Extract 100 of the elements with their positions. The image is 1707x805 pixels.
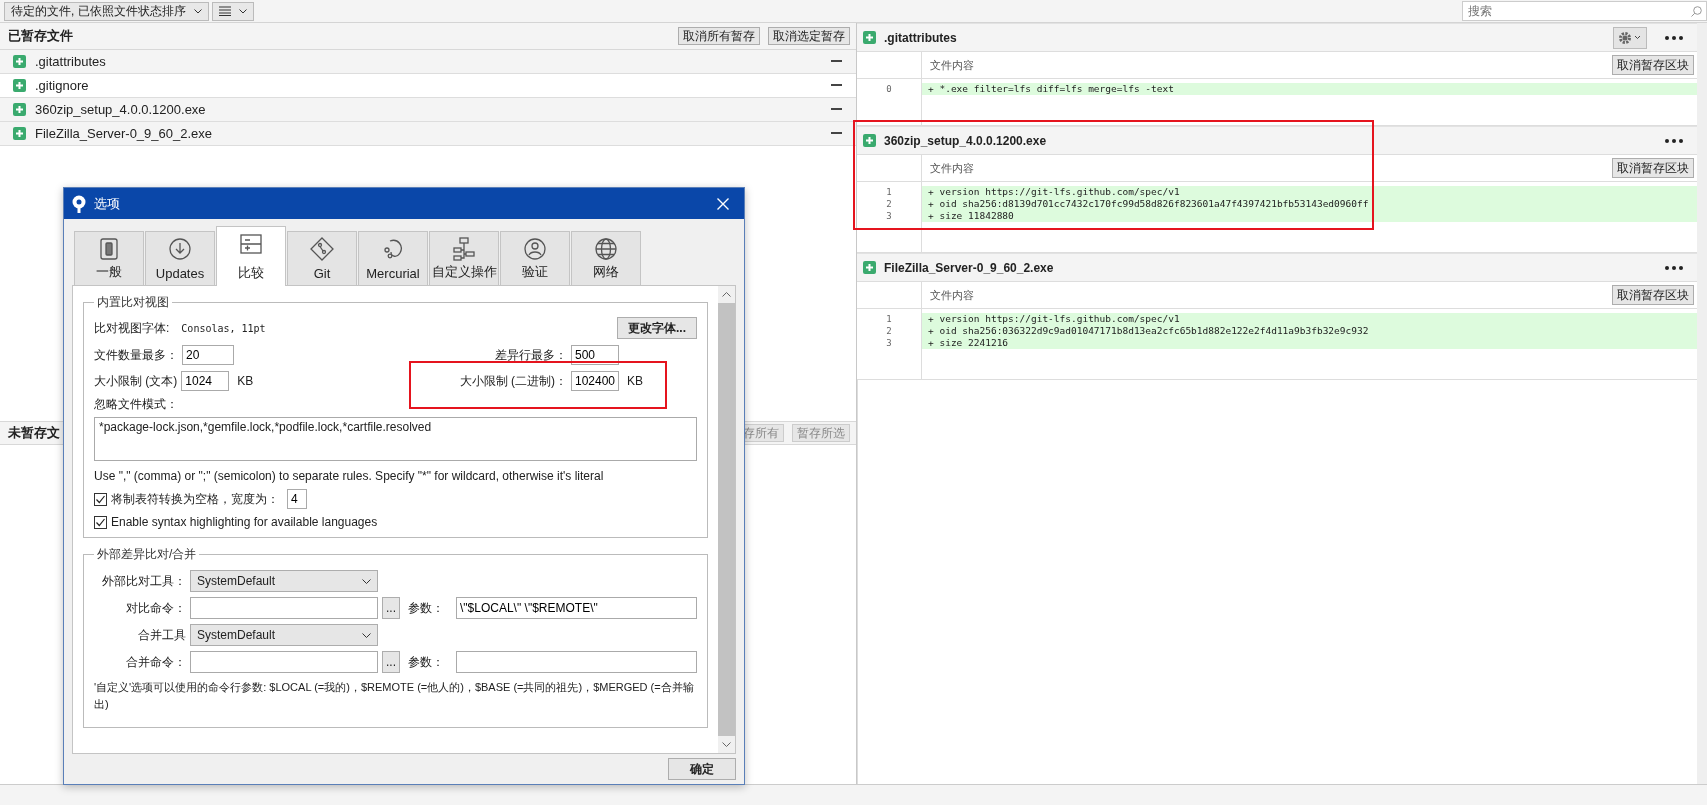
more-icon[interactable] (1665, 138, 1683, 143)
minus-icon[interactable] (831, 108, 842, 111)
input-field[interactable]: 500 (571, 345, 619, 365)
line-number: 3 (885, 337, 893, 349)
field-label: 参数： (407, 653, 445, 671)
scrollbar[interactable] (1697, 23, 1707, 784)
file-row[interactable]: FileZilla_Server-0_9_60_2.exe (0, 122, 856, 146)
field-label: 差异行最多： (495, 346, 567, 364)
ignore-patterns-field[interactable]: *package-lock.json,*gemfile.lock,*podfile.lock,*cartfile.resolved (94, 417, 697, 461)
settings-tab[interactable]: 网络 (571, 231, 641, 285)
list-icon (218, 6, 231, 16)
file-row[interactable]: .gitattributes (0, 50, 856, 74)
note-text: '自定义'选项可以使用的命令行参数: $LOCAL (=我的)，$REMOTE (=他人的)，$BASE (=共同的祖先)，$MERGED (=合并输出) (94, 680, 695, 712)
unstage-hunk-button[interactable]: 取消暂存区块 (1612, 55, 1694, 75)
checkbox[interactable] (94, 492, 107, 506)
added-icon (13, 79, 26, 92)
added-icon (13, 103, 26, 116)
unstage-button[interactable]: 取消所有暂存 (678, 27, 760, 45)
caret-icon (362, 578, 371, 584)
added-icon (13, 55, 26, 68)
unstage-hunk-button[interactable]: 取消暂存区块 (1612, 285, 1694, 305)
diff-tool-dropdown[interactable]: SystemDefault (190, 570, 378, 592)
line-number: 2 (885, 198, 893, 210)
diff-file-name: 360zip_setup_4.0.0.1200.exe (884, 133, 1047, 148)
settings-button[interactable] (1613, 26, 1647, 49)
minus-icon[interactable] (831, 60, 842, 63)
column-header: 文件内容 (929, 160, 975, 176)
app-logo-icon (71, 194, 87, 213)
panel-title: 未暂存文 (8, 424, 60, 442)
added-icon (863, 134, 876, 147)
checkbox[interactable] (94, 515, 107, 529)
input-field[interactable]: \"$LOCAL\" \"$REMOTE\" (456, 597, 697, 619)
settings-tab[interactable]: Updates (145, 231, 215, 285)
globe-icon (593, 236, 619, 262)
scroll-up-icon (722, 292, 731, 297)
scrollbar[interactable] (718, 286, 735, 753)
file-name: FileZilla_Server-0_9_60_2.exe (35, 126, 214, 141)
download-icon (167, 236, 193, 262)
column-header: 文件内容 (929, 287, 975, 303)
ok-button[interactable]: 确定 (668, 758, 736, 780)
flowchart-icon (451, 236, 477, 262)
scroll-down-icon (722, 742, 731, 747)
file-name: .gitattributes (35, 54, 107, 69)
field-label: 合并命令： (125, 653, 186, 671)
compare-icon (238, 231, 264, 257)
line-number: 3 (885, 210, 893, 222)
unit-label: KB (237, 374, 254, 388)
settings-tab[interactable]: 比较 (216, 226, 286, 286)
input-field[interactable]: 4 (287, 489, 307, 509)
line-number: 1 (885, 186, 893, 198)
field-label: 大小限制 (二进制)： (459, 372, 567, 390)
group-title: 外部差异比对/合并 (96, 546, 198, 563)
settings-tab[interactable]: Mercurial (358, 231, 428, 285)
search-field[interactable]: 搜索 (1462, 1, 1707, 21)
line-number: 1 (885, 313, 893, 325)
field-label: 大小限制 (文本) (94, 372, 178, 390)
unit-label: KB (627, 374, 644, 388)
added-icon (863, 261, 876, 274)
settings-tab[interactable]: Git (287, 231, 357, 285)
browse-button[interactable]: ... (382, 597, 400, 619)
input-field[interactable]: 20 (182, 345, 234, 365)
settings-tab[interactable]: 验证 (500, 231, 570, 285)
field-label: 忽略文件模式： (94, 396, 179, 413)
unstage-button[interactable]: 取消选定暂存 (768, 27, 850, 45)
input-field[interactable]: 1024 (181, 371, 230, 391)
line-number: 0 (885, 83, 893, 95)
close-icon[interactable] (717, 197, 729, 210)
checkbox-label: 将制表符转换为空格，宽度为： (111, 490, 279, 508)
field-label: 合并工具 (137, 626, 186, 644)
checkbox-label: Enable syntax highlighting for available languages (111, 515, 378, 529)
input-field[interactable] (190, 651, 378, 673)
dialog-title: 选项 (94, 194, 120, 213)
caret-icon (238, 8, 247, 14)
browse-button[interactable]: ... (382, 651, 400, 673)
caret-icon (193, 8, 202, 14)
gear-icon (1618, 30, 1642, 45)
settings-tab[interactable]: 一般 (74, 231, 144, 285)
more-icon[interactable] (1665, 265, 1683, 270)
diff-file-name: .gitattributes (884, 30, 957, 45)
field-label: 外部比对工具： (101, 572, 186, 590)
input-field[interactable]: 102400 (571, 371, 619, 391)
unstage-hunk-button[interactable]: 取消暂存区块 (1612, 158, 1694, 178)
added-icon (13, 127, 26, 140)
field-label: 对比命令： (125, 599, 186, 617)
input-field[interactable] (456, 651, 697, 673)
file-row[interactable]: 360zip_setup_4.0.0.1200.exe (0, 98, 856, 122)
minus-icon[interactable] (831, 84, 842, 87)
minus-icon[interactable] (831, 132, 842, 135)
view-mode-button[interactable] (211, 1, 254, 21)
diamond-branch-icon (309, 236, 335, 262)
settings-tab[interactable]: 自定义操作 (429, 231, 499, 285)
more-icon[interactable] (1665, 35, 1683, 40)
user-icon (522, 236, 548, 262)
input-field[interactable] (190, 597, 378, 619)
panel-title: 已暂存文件 (8, 27, 73, 45)
file-name: .gitignore (35, 78, 90, 93)
merge-tool-dropdown[interactable]: SystemDefault (190, 624, 378, 646)
line-number: 2 (885, 325, 893, 337)
change-font-button[interactable]: 更改字体... (617, 317, 697, 339)
sort-dropdown[interactable]: 待定的文件, 已依照文件状态排序 (4, 1, 209, 21)
